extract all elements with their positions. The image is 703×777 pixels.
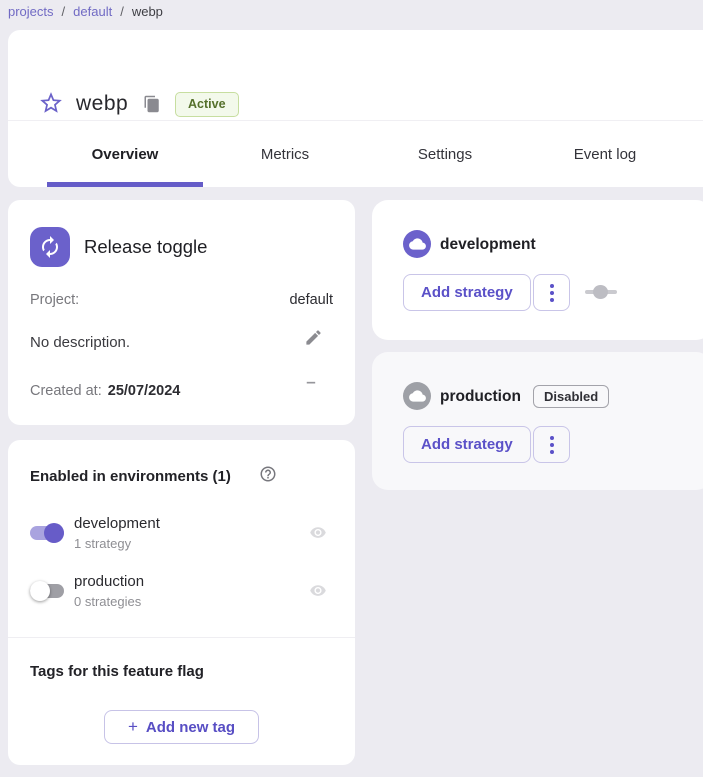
tab-label: Event log (574, 146, 637, 163)
kebab-menu-icon (550, 284, 554, 302)
star-outline-icon (38, 104, 64, 119)
eye-icon (307, 587, 329, 602)
tab-label: Settings (418, 146, 472, 163)
cloud-icon (403, 382, 431, 410)
edit-description-button[interactable] (302, 328, 324, 350)
collapse-button[interactable]: – (301, 372, 321, 392)
release-toggle-icon (30, 227, 70, 267)
toggle-development[interactable] (30, 523, 64, 543)
flag-type-label: Release toggle (84, 236, 207, 258)
breadcrumb-link-projects[interactable]: projects (8, 4, 54, 19)
copy-name-button[interactable] (142, 95, 162, 115)
environment-menu-button-development[interactable] (533, 274, 570, 311)
preview-development-button[interactable] (307, 524, 329, 542)
breadcrumb-separator: / (120, 4, 124, 19)
strategy-connector-icon (585, 285, 617, 299)
env-row-strategies-development: 1 strategy (74, 536, 131, 551)
breadcrumb-current: webp (132, 4, 163, 19)
cloud-icon (403, 230, 431, 258)
project-label: Project: (30, 292, 79, 308)
toggle-knob (30, 581, 50, 601)
flag-details-card: Release toggle Project: default No descr… (8, 200, 355, 425)
created-at-value: 25/07/2024 (108, 383, 181, 399)
breadcrumb-separator: / (62, 4, 66, 19)
tab-event-log[interactable]: Event log (525, 121, 685, 187)
environment-panel-production: production Disabled Add strategy (372, 352, 703, 490)
project-value: default (289, 292, 333, 308)
plus-icon: + (128, 717, 138, 737)
environment-name: development (440, 236, 536, 254)
breadcrumb: projects / default / webp (8, 1, 163, 21)
env-row-strategies-production: 0 strategies (74, 594, 141, 609)
eye-icon (307, 529, 329, 544)
tab-overview[interactable]: Overview (45, 121, 205, 187)
tab-label: Overview (92, 146, 159, 163)
created-at-row: Created at: 25/07/2024 (30, 383, 180, 399)
created-at-label: Created at: (30, 383, 102, 399)
tab-metrics[interactable]: Metrics (205, 121, 365, 187)
help-circle-icon (259, 471, 277, 486)
kebab-menu-icon (550, 436, 554, 454)
tags-title: Tags for this feature flag (30, 663, 204, 680)
toggle-knob (44, 523, 64, 543)
environment-panel-development: development Add strategy (372, 200, 703, 340)
toggle-production[interactable] (30, 581, 64, 601)
feature-header-card: webp Active Overview Metrics Settings Ev… (8, 30, 703, 187)
status-badge: Active (175, 92, 239, 117)
environments-title: Enabled in environments (1) (30, 468, 231, 485)
environment-name: production (440, 388, 521, 406)
description-text: No description. (30, 334, 130, 351)
breadcrumb-link-default[interactable]: default (73, 4, 112, 19)
tab-bar: Overview Metrics Settings Event log (8, 120, 703, 187)
tab-settings[interactable]: Settings (365, 121, 525, 187)
add-new-tag-label: Add new tag (146, 719, 235, 736)
section-divider (8, 637, 355, 638)
env-row-name-production: production (74, 573, 144, 590)
disabled-badge: Disabled (533, 385, 609, 408)
help-button[interactable] (258, 465, 278, 485)
add-new-tag-button[interactable]: + Add new tag (104, 710, 259, 744)
pencil-icon (304, 335, 323, 350)
page-title: webp (76, 92, 128, 116)
favorite-star-button[interactable] (38, 90, 64, 116)
env-row-name-development: development (74, 515, 160, 532)
add-strategy-button-development[interactable]: Add strategy (403, 274, 531, 311)
environments-card: Enabled in environments (1) development … (8, 440, 355, 765)
environment-menu-button-production[interactable] (533, 426, 570, 463)
tab-label: Metrics (261, 146, 309, 163)
active-tab-indicator (47, 182, 203, 187)
add-strategy-button-production[interactable]: Add strategy (403, 426, 531, 463)
copy-icon (143, 101, 161, 116)
preview-production-button[interactable] (307, 582, 329, 600)
feature-flag-page: projects / default / webp webp Active Ov… (0, 0, 703, 777)
